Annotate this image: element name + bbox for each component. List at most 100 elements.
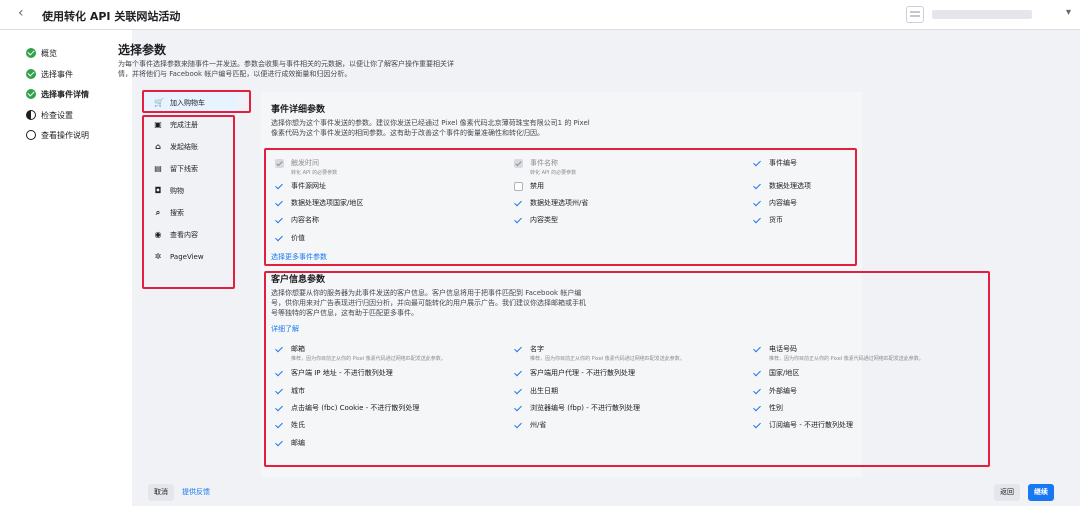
param-label: 外部编号	[769, 387, 797, 395]
param-subscription-id[interactable]: 订阅编号 - 不进行散列处理	[753, 420, 853, 430]
param-city[interactable]: 城市	[275, 386, 305, 396]
step-review-setup[interactable]: 检查设置	[26, 108, 73, 122]
param-currency[interactable]: 货币	[753, 215, 783, 225]
param-label: 客户端 IP 地址 - 不进行散列处理	[291, 369, 393, 377]
check-icon	[514, 345, 523, 354]
event-item-complete-registration[interactable]: ▣ 完成注册	[142, 114, 238, 136]
event-label: 留下线索	[170, 165, 198, 173]
event-label: 加入购物车	[170, 99, 205, 107]
param-label: 州/省	[530, 421, 547, 429]
event-item-search[interactable]: ⌕ 搜索	[142, 202, 238, 224]
event-item-initiate-checkout[interactable]: ⌂ 发起结账	[142, 136, 238, 158]
event-item-purchase[interactable]: ◘ 购物	[142, 180, 238, 202]
back-button[interactable]: 返回	[994, 484, 1020, 501]
back-chevron-icon[interactable]: ‹	[18, 5, 24, 21]
event-label: 查看内容	[170, 231, 198, 239]
bag-icon: ◘	[154, 186, 162, 195]
checkbox-disabled-icon	[275, 159, 284, 168]
param-zip[interactable]: 邮编	[275, 438, 305, 448]
step-view-instructions[interactable]: 查看操作说明	[26, 128, 89, 142]
param-content-ids[interactable]: 内容编号	[753, 198, 797, 208]
param-last-name[interactable]: 姓氏	[275, 420, 305, 430]
param-dpo-country[interactable]: 数据处理选项国家/地区	[275, 198, 363, 208]
check-icon	[275, 387, 284, 396]
param-date-of-birth[interactable]: 出生日期	[514, 386, 558, 396]
event-item-add-to-cart[interactable]: 🛒 加入购物车	[142, 92, 238, 114]
check-circle-icon	[26, 69, 36, 79]
event-item-lead[interactable]: ▤ 留下线索	[142, 158, 238, 180]
contact-card-icon: ▤	[154, 164, 162, 173]
param-sub: 转化 API 的必要参数	[530, 170, 577, 176]
eye-icon: ◉	[154, 230, 162, 239]
param-dpo-state[interactable]: 数据处理选项州/省	[514, 198, 588, 208]
param-gender[interactable]: 性别	[753, 403, 783, 413]
check-icon	[753, 216, 762, 225]
param-label: 数据处理选项州/省	[530, 199, 589, 207]
param-email[interactable]: 邮箱 推荐，因为你目前正从你的 Pixel 像素代码通过网络匹配发送此参数。	[275, 344, 446, 362]
check-icon	[275, 369, 284, 378]
param-label: 内容编号	[769, 199, 797, 207]
param-label: 城市	[291, 387, 305, 395]
param-label: 点击编号 (fbc) Cookie - 不进行散列处理	[291, 404, 420, 412]
cart-icon: 🛒	[154, 98, 164, 107]
check-icon	[753, 182, 762, 191]
param-sub: 转化 API 的必要参数	[291, 170, 338, 176]
param-opt-out[interactable]: 禁用	[514, 181, 544, 191]
empty-circle-icon	[26, 130, 36, 140]
check-icon	[275, 216, 284, 225]
param-data-processing-options[interactable]: 数据处理选项	[753, 181, 811, 191]
half-circle-icon	[26, 110, 36, 120]
footer-bar: 取消 提供反馈 返回 继续	[118, 484, 1076, 506]
param-external-id[interactable]: 外部编号	[753, 386, 797, 396]
param-sub: 推荐，因为你目前正从你的 Pixel 像素代码通过网络匹配发送此参数。	[291, 356, 446, 362]
step-overview[interactable]: 概览	[26, 46, 57, 60]
more-event-params-link[interactable]: 选择更多事件参数	[271, 252, 327, 262]
param-content-type[interactable]: 内容类型	[514, 215, 558, 225]
account-name-redacted	[932, 10, 1032, 19]
check-icon	[514, 199, 523, 208]
param-country[interactable]: 国家/地区	[753, 368, 799, 378]
param-label: 订阅编号 - 不进行散列处理	[769, 421, 853, 429]
step-event-details[interactable]: 选择事件详情	[26, 87, 89, 101]
cancel-button[interactable]: 取消	[148, 484, 174, 501]
check-icon	[514, 404, 523, 413]
param-label: 浏览器编号 (fbp) - 不进行散列处理	[530, 404, 641, 412]
param-label: 邮编	[291, 439, 305, 447]
page-header-title: 使用转化 API 关联网站活动	[42, 10, 181, 23]
param-content-name[interactable]: 内容名称	[275, 215, 319, 225]
event-label: 搜索	[170, 209, 184, 217]
check-icon	[753, 387, 762, 396]
param-fbc[interactable]: 点击编号 (fbc) Cookie - 不进行散列处理	[275, 403, 419, 413]
param-label: 出生日期	[530, 387, 558, 395]
param-event-source-url[interactable]: 事件源网址	[275, 181, 326, 191]
bank-icon: ⌂	[155, 142, 161, 151]
continue-button[interactable]: 继续	[1028, 484, 1054, 501]
param-event-time[interactable]: 触发时间转化 API 的必要参数	[275, 158, 337, 176]
param-fbp[interactable]: 浏览器编号 (fbp) - 不进行散列处理	[514, 403, 640, 413]
param-client-ip[interactable]: 客户端 IP 地址 - 不进行散列处理	[275, 368, 393, 378]
parameters-panel: 事件详细参数 选择你想为这个事件发送的参数。建议你发送已经通过 Pixel 像素…	[261, 92, 924, 477]
param-label: 国家/地区	[769, 369, 800, 377]
param-label: 客户端用户代理 - 不进行散列处理	[530, 369, 635, 377]
event-item-view-content[interactable]: ◉ 查看内容	[142, 224, 238, 246]
step-choose-events[interactable]: 选择事件	[26, 67, 73, 81]
check-icon	[275, 404, 284, 413]
check-icon	[753, 199, 762, 208]
param-label: 触发时间	[291, 159, 319, 167]
param-value[interactable]: 价值	[275, 233, 305, 243]
page-intro: 为每个事件选择参数来随事件一并发送。参数会收集与事件相关的元数据，以便让你了解客…	[118, 60, 454, 78]
param-sub: 推荐，因为你目前正从你的 Pixel 像素代码通过网络匹配发送此参数。	[769, 356, 924, 362]
param-event-name[interactable]: 事件名称 转化 API 的必要参数	[514, 158, 576, 176]
param-state[interactable]: 州/省	[514, 420, 546, 430]
event-params-title: 事件详细参数	[271, 105, 326, 115]
learn-more-link[interactable]: 详细了解	[271, 324, 299, 334]
param-client-user-agent[interactable]: 客户端用户代理 - 不进行散列处理	[514, 368, 635, 378]
param-first-name[interactable]: 名字 推荐，因为你目前正从你的 Pixel 像素代码通过网络匹配发送此参数。	[514, 344, 685, 362]
param-event-id[interactable]: 事件编号	[753, 158, 797, 168]
account-selector[interactable]: ▾	[906, 5, 1076, 25]
event-params-desc: 选择你想为这个事件发送的参数。建议你发送已经通过 Pixel 像素代码北京薄荷珠…	[271, 119, 590, 137]
param-phone[interactable]: 电话号码 推荐，因为你目前正从你的 Pixel 像素代码通过网络匹配发送此参数。	[753, 344, 924, 362]
feedback-link[interactable]: 提供反馈	[182, 484, 210, 501]
checkbox-disabled-icon	[514, 159, 523, 168]
event-item-pageview[interactable]: ✲ PageView	[142, 246, 238, 268]
